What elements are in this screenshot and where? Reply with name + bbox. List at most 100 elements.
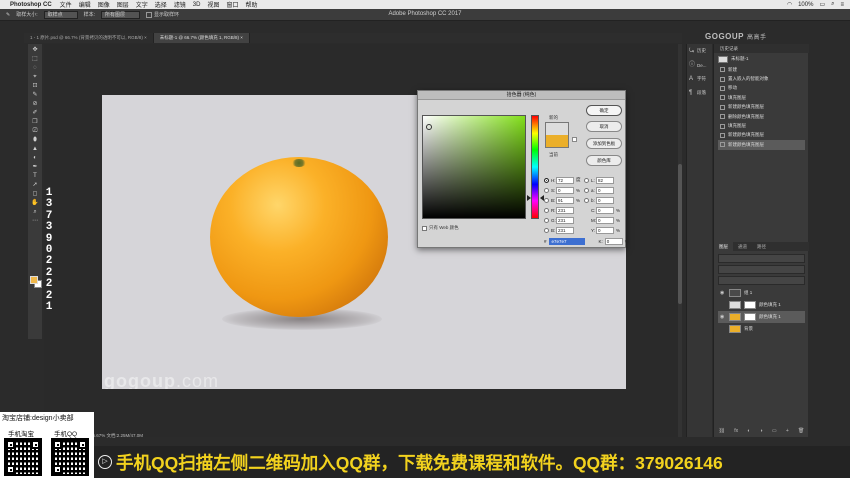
quick-select-tool-icon[interactable]: ⌖ bbox=[31, 73, 39, 81]
history-item[interactable]: 新建颜色填充图层 bbox=[718, 131, 805, 140]
eye-icon[interactable]: ◉ bbox=[720, 290, 726, 296]
menu-filter[interactable]: 滤镜 bbox=[174, 0, 186, 9]
healing-tool-icon[interactable]: ⊘ bbox=[31, 100, 39, 108]
menu-list-icon[interactable]: ≡ bbox=[840, 2, 844, 8]
green-input[interactable]: 231 bbox=[556, 216, 574, 224]
brightness-input[interactable]: 91 bbox=[556, 196, 574, 204]
ok-button[interactable]: 确定 bbox=[586, 105, 622, 116]
hand-tool-icon[interactable]: ✋ bbox=[31, 199, 39, 207]
history-panel-tab[interactable]: 历史记录 bbox=[714, 44, 809, 53]
sample-size-select[interactable]: 取样点 bbox=[43, 10, 78, 19]
show-ring-checkbox[interactable]: 显示取样环 bbox=[146, 11, 179, 18]
red-input[interactable]: 231 bbox=[556, 206, 574, 214]
menu-edit[interactable]: 编辑 bbox=[79, 0, 91, 9]
b-lab-input[interactable]: 0 bbox=[596, 196, 614, 204]
layer-style-icon[interactable]: fx bbox=[734, 428, 738, 437]
a-radio[interactable] bbox=[584, 187, 589, 193]
lightness-input[interactable]: 82 bbox=[596, 176, 614, 184]
lightness-radio[interactable] bbox=[584, 177, 589, 183]
history-item[interactable]: 新建颜色填充图层 bbox=[718, 103, 805, 112]
sample-select[interactable]: 所有图层 bbox=[101, 10, 141, 19]
cancel-button[interactable]: 取消 bbox=[586, 121, 622, 132]
hue-radio[interactable] bbox=[544, 177, 549, 183]
dock-device[interactable]: ⓘ De... bbox=[687, 58, 712, 72]
new-group-icon[interactable]: ▭ bbox=[772, 428, 777, 437]
history-brush-icon[interactable]: ⎚ bbox=[31, 127, 39, 135]
crop-tool-icon[interactable]: ⊡ bbox=[31, 82, 39, 90]
path-select-icon[interactable]: ➚ bbox=[31, 181, 39, 189]
eyedropper-tool-icon[interactable]: ✎ bbox=[6, 12, 10, 18]
hue-input[interactable]: 72 bbox=[556, 176, 574, 184]
history-item[interactable]: 删除颜色填充图层 bbox=[718, 112, 805, 121]
history-item[interactable]: 置入嵌入的智能对象 bbox=[718, 74, 805, 83]
color-marker[interactable] bbox=[426, 124, 432, 130]
menu-3d[interactable]: 3D bbox=[193, 2, 201, 8]
eye-icon[interactable]: ◉ bbox=[720, 314, 726, 320]
dock-history[interactable]: ⤿ 历史 bbox=[687, 44, 712, 58]
blue-radio[interactable] bbox=[544, 227, 549, 233]
adjustment-layer-icon[interactable]: ◑ bbox=[760, 428, 763, 437]
layer-row[interactable]: 颜色填充 1 bbox=[718, 299, 805, 311]
blend-mode-select[interactable] bbox=[718, 265, 805, 274]
saturation-brightness-field[interactable] bbox=[422, 115, 526, 219]
menu-file[interactable]: 文件 bbox=[60, 0, 72, 9]
tab-channels[interactable]: 通道 bbox=[733, 242, 752, 251]
layer-row[interactable]: 背景 bbox=[718, 323, 805, 335]
black-input[interactable]: 0 bbox=[604, 238, 623, 245]
b-lab-radio[interactable] bbox=[584, 197, 589, 203]
web-colors-only-checkbox[interactable]: 只有 Web 颜色 bbox=[422, 225, 459, 231]
menu-image[interactable]: 图像 bbox=[98, 0, 110, 9]
add-mask-icon[interactable]: ◐ bbox=[747, 428, 750, 437]
stamp-tool-icon[interactable]: ❒ bbox=[31, 118, 39, 126]
layer-row-active[interactable]: ◉ 颜色填充 1 bbox=[718, 311, 805, 323]
layer-row[interactable]: ◉ 组 1 bbox=[718, 287, 805, 299]
tab-document-2[interactable]: 未标题-1 @ 66.7% (颜色填充 1, RGB/8) × bbox=[153, 33, 250, 43]
menu-help[interactable]: 帮助 bbox=[245, 0, 257, 9]
red-radio[interactable] bbox=[544, 207, 549, 213]
brightness-radio[interactable] bbox=[544, 197, 549, 203]
tab-document-1[interactable]: 1 - 1 原片.psd @ 66.7% (背景拷贝的透明不可以, RGB/8)… bbox=[24, 33, 154, 43]
brush-tool-icon[interactable]: ✐ bbox=[31, 109, 39, 117]
saturation-radio[interactable] bbox=[544, 187, 549, 193]
history-item-active[interactable]: 新建颜色填充图层 bbox=[718, 140, 805, 150]
magenta-input[interactable]: 0 bbox=[596, 216, 614, 224]
menu-type[interactable]: 文字 bbox=[136, 0, 148, 9]
history-item[interactable]: 填充图层 bbox=[718, 121, 805, 130]
menu-view[interactable]: 视图 bbox=[207, 0, 219, 9]
cyan-input[interactable]: 0 bbox=[596, 206, 614, 214]
scroll-thumb[interactable] bbox=[678, 164, 682, 304]
play-icon[interactable]: ▷ bbox=[98, 455, 112, 469]
trash-icon[interactable]: 🗑 bbox=[798, 428, 804, 437]
saturation-input[interactable]: 0 bbox=[556, 186, 574, 194]
hue-slider[interactable] bbox=[531, 115, 539, 219]
history-snapshot[interactable]: 未标题-1 bbox=[718, 54, 805, 64]
marquee-tool-icon[interactable]: ⬚ bbox=[31, 55, 39, 63]
zoom-tool-icon[interactable]: ⌕ bbox=[31, 208, 39, 216]
layer-filter-select[interactable] bbox=[718, 254, 805, 263]
eraser-tool-icon[interactable]: ⬮ bbox=[31, 136, 39, 144]
gradient-tool-icon[interactable]: ▲ bbox=[31, 145, 39, 153]
pen-tool-icon[interactable]: ✒ bbox=[31, 163, 39, 171]
battery-icon[interactable]: ▭ bbox=[819, 1, 825, 8]
more-tools-icon[interactable]: ⋯ bbox=[31, 217, 39, 225]
lasso-tool-icon[interactable]: ◌ bbox=[31, 64, 39, 72]
wifi-icon[interactable]: ◠ bbox=[787, 1, 792, 8]
move-tool-icon[interactable]: ✥ bbox=[31, 46, 39, 54]
menu-window[interactable]: 窗口 bbox=[226, 0, 238, 9]
link-layers-icon[interactable]: ⛓ bbox=[719, 428, 725, 437]
lock-options[interactable] bbox=[718, 276, 805, 285]
foreground-color-swatch[interactable] bbox=[30, 276, 38, 284]
type-tool-icon[interactable]: T bbox=[31, 172, 39, 180]
menu-layer[interactable]: 图层 bbox=[117, 0, 129, 9]
search-icon[interactable]: ⌕ bbox=[831, 1, 834, 8]
eyedropper-icon[interactable]: ✎ bbox=[31, 91, 39, 99]
color-libraries-button[interactable]: 颜色库 bbox=[586, 155, 622, 166]
app-menu[interactable]: Photoshop CC bbox=[10, 2, 52, 8]
history-item[interactable]: 新建 bbox=[718, 65, 805, 74]
current-color-preview[interactable] bbox=[545, 135, 569, 148]
a-input[interactable]: 0 bbox=[596, 186, 614, 194]
green-radio[interactable] bbox=[544, 217, 549, 223]
dock-paragraph[interactable]: ¶ 段落 bbox=[687, 86, 712, 100]
blue-input[interactable]: 231 bbox=[556, 226, 574, 234]
yellow-input[interactable]: 0 bbox=[596, 226, 614, 234]
